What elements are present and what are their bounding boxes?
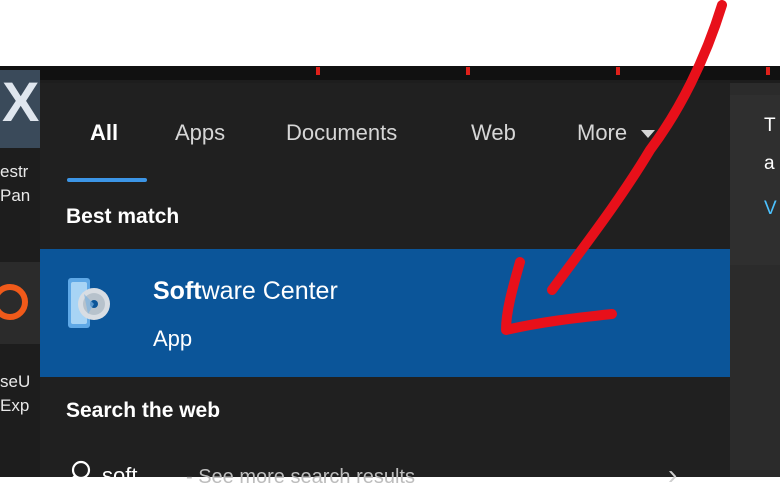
result-type: App (153, 326, 193, 351)
orange-ring-icon (0, 284, 28, 320)
software-center-icon (68, 278, 110, 328)
tab-more-label: More (577, 120, 628, 145)
desktop-shortcut-label: Exp (0, 396, 30, 415)
chevron-right-icon: › (668, 459, 678, 490)
desktop-shortcut-label: estr (0, 162, 29, 181)
chevron-down-icon (641, 130, 656, 139)
desktop-shortcut-icon[interactable]: X (0, 70, 40, 148)
tab-all[interactable]: All (90, 120, 118, 146)
start-search-panel: All Apps Documents Web More Best match S… (40, 83, 730, 490)
tab-apps[interactable]: Apps (175, 120, 225, 146)
result-title-match: Soft (153, 277, 202, 305)
best-match-heading: Best match (66, 205, 180, 228)
tab-more[interactable]: More (577, 120, 656, 146)
desktop-shortcut-label: Pan (0, 186, 31, 205)
strip-marker (466, 67, 470, 75)
result-title: Software Center (153, 277, 338, 306)
search-query-text: soft (102, 463, 138, 488)
strip-marker (316, 67, 320, 75)
web-search-result[interactable]: soft - See more search results › (40, 457, 730, 497)
search-web-heading: Search the web (66, 399, 221, 422)
preview-panel: T a V (730, 83, 780, 477)
strip-marker (616, 67, 620, 75)
search-icon (68, 460, 91, 483)
strip-marker (766, 67, 770, 75)
desktop-shortcut-label: seU (0, 372, 31, 391)
result-title-rest: ware Center (201, 277, 338, 305)
preview-text: T (764, 115, 776, 136)
tab-documents[interactable]: Documents (286, 120, 397, 146)
tab-web[interactable]: Web (471, 120, 516, 146)
see-more-results-text: - See more search results (186, 466, 415, 488)
search-tabs: All Apps Documents Web More (40, 83, 730, 183)
top-strip (0, 66, 780, 80)
desktop-shortcut-icon[interactable] (0, 262, 40, 344)
best-match-result[interactable]: Software Center App (40, 249, 730, 377)
preview-link[interactable]: V (764, 198, 777, 220)
x-logo-icon: X (2, 70, 40, 133)
active-tab-indicator (67, 178, 147, 182)
preview-text: a (764, 153, 775, 174)
